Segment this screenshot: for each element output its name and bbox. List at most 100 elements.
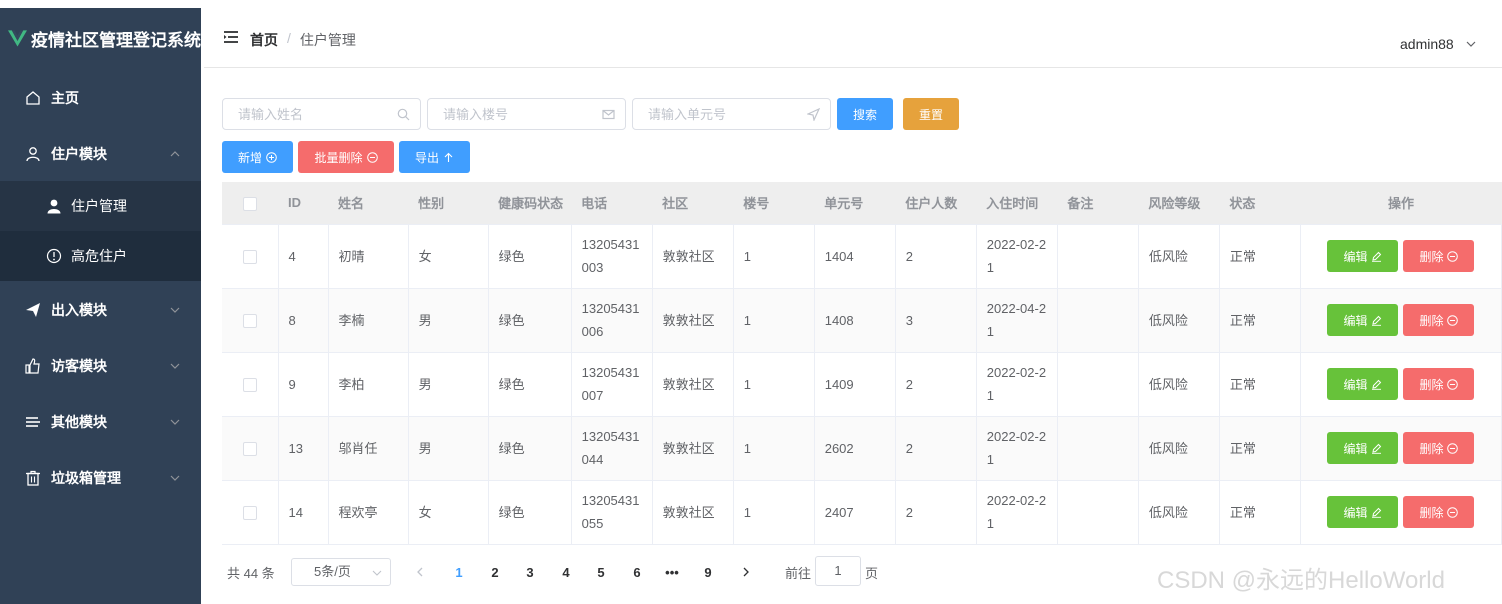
delete-button[interactable]: 删除: [1403, 496, 1475, 528]
building-search-field[interactable]: [428, 99, 625, 129]
cell-health: 绿色: [488, 224, 572, 289]
warning-circle-icon: [46, 248, 62, 264]
batch-delete-label: 批量删除: [314, 150, 363, 165]
edit-button[interactable]: 编辑: [1327, 240, 1399, 272]
breadcrumb-home[interactable]: 首页: [250, 30, 278, 50]
delete-label: 删除: [1419, 377, 1444, 392]
table-row: 4 初晴女绿色 13205431003 敦敦社区 1 1404 2 2022-02-21 低风险…: [222, 224, 1502, 289]
building-search-input[interactable]: [427, 98, 626, 130]
position-icon: [807, 108, 820, 121]
next-page-button[interactable]: [731, 558, 761, 586]
cell-community: 敦敦社区: [652, 288, 734, 353]
cell-gender: 男: [408, 352, 489, 417]
navbar: 首页 / 住户管理 admin88: [204, 8, 1502, 68]
page-number[interactable]: 5: [586, 558, 616, 586]
page-number[interactable]: 3: [515, 558, 545, 586]
cell-note: [1057, 224, 1139, 289]
page-number[interactable]: 1: [444, 558, 474, 586]
page-ellipsis[interactable]: •••: [657, 558, 687, 586]
reset-button[interactable]: 重置: [903, 98, 959, 130]
row-checkbox[interactable]: [242, 378, 257, 393]
cell-name: 李楠: [328, 288, 409, 353]
cell-id: 13: [278, 416, 329, 481]
resident-table: ID 姓名 性别 健康码状态 电话 社区 楼号 单元号 住户人数 入住时间 备注…: [222, 182, 1502, 545]
cell-building: 1: [733, 288, 815, 353]
page-size-select[interactable]: 5条/页: [291, 558, 391, 586]
house-icon: [24, 89, 42, 107]
row-checkbox[interactable]: [242, 442, 257, 457]
chevron-down-icon: [170, 307, 180, 313]
submenu-item-resident-manage[interactable]: 住户管理: [0, 181, 201, 231]
unit-search-field[interactable]: [633, 99, 830, 129]
submenu-item-label: 住户管理: [71, 198, 127, 214]
edit-button[interactable]: 编辑: [1327, 432, 1399, 464]
edit-icon: [1372, 251, 1382, 262]
cell-unit: 2407: [814, 480, 896, 545]
cell-count: 3: [895, 288, 977, 353]
search-button[interactable]: 搜索: [837, 98, 893, 130]
cell-building: 1: [733, 352, 815, 417]
cell-building: 1: [733, 416, 815, 481]
edit-button[interactable]: 编辑: [1327, 304, 1399, 336]
delete-label: 删除: [1419, 441, 1444, 456]
submenu-item-high-risk[interactable]: 高危住户: [0, 231, 201, 281]
circle-minus-icon: [366, 151, 378, 163]
name-search-field[interactable]: [223, 99, 420, 129]
edit-icon: [1372, 315, 1382, 326]
row-checkbox[interactable]: [242, 250, 257, 265]
prev-page-button[interactable]: [405, 558, 435, 586]
circle-minus-icon: [1447, 314, 1459, 326]
menu-item-label: 主页: [51, 90, 79, 106]
page-number[interactable]: 2: [480, 558, 510, 586]
menu-item-home[interactable]: 主页: [0, 73, 201, 123]
unit-search-input[interactable]: [632, 98, 831, 130]
cell-building: 1: [733, 224, 815, 289]
row-select-cell: [222, 224, 279, 289]
goto-page-input[interactable]: 1: [815, 556, 861, 586]
page-number[interactable]: 9: [693, 558, 723, 586]
edit-button[interactable]: 编辑: [1327, 368, 1399, 400]
delete-label: 删除: [1419, 313, 1444, 328]
circle-minus-icon: [1447, 250, 1459, 262]
breadcrumb-separator: /: [287, 30, 291, 46]
row-checkbox[interactable]: [242, 506, 257, 521]
cell-count: 2: [895, 224, 977, 289]
cell-unit: 1404: [814, 224, 896, 289]
edit-label: 编辑: [1343, 505, 1368, 520]
cell-health: 绿色: [488, 352, 572, 417]
delete-button[interactable]: 删除: [1403, 304, 1475, 336]
cell-actions: 编辑 删除: [1300, 352, 1502, 417]
avatar[interactable]: [1346, 18, 1394, 58]
cell-community: 敦敦社区: [652, 352, 734, 417]
delete-button[interactable]: 删除: [1403, 368, 1475, 400]
cell-community: 敦敦社区: [652, 224, 734, 289]
name-search-input[interactable]: [222, 98, 421, 130]
edit-icon: [1372, 443, 1382, 454]
chevron-down-icon[interactable]: [1466, 39, 1476, 49]
page-number[interactable]: 6: [622, 558, 652, 586]
cell-actions: 编辑 删除: [1300, 288, 1502, 353]
menu-item-other[interactable]: 其他模块: [0, 397, 201, 447]
menu-item-resident[interactable]: 住户模块: [0, 129, 201, 179]
cell-risk: 低风险: [1138, 416, 1220, 481]
menu-item-visitor[interactable]: 访客模块: [0, 341, 201, 391]
edit-button[interactable]: 编辑: [1327, 496, 1399, 528]
menu-item-trash[interactable]: 垃圾箱管理: [0, 453, 201, 503]
menu-item-access[interactable]: 出入模块: [0, 285, 201, 335]
delete-button[interactable]: 删除: [1403, 432, 1475, 464]
batch-delete-button[interactable]: 批量删除: [298, 141, 394, 173]
column-header: 备注: [1057, 182, 1139, 225]
page-number[interactable]: 4: [551, 558, 581, 586]
row-select-cell: [222, 352, 279, 417]
hamburger-icon[interactable]: [224, 30, 238, 44]
cell-id: 4: [278, 224, 329, 289]
add-button[interactable]: 新增: [222, 141, 293, 173]
select-all-checkbox[interactable]: [243, 196, 257, 211]
user-name[interactable]: admin88: [1400, 36, 1454, 52]
delete-button[interactable]: 删除: [1403, 240, 1475, 272]
row-checkbox[interactable]: [242, 314, 257, 329]
column-header: 性别: [408, 182, 489, 225]
export-button[interactable]: 导出: [399, 141, 470, 173]
cell-community: 敦敦社区: [652, 416, 734, 481]
user-solid-icon: [46, 198, 62, 214]
